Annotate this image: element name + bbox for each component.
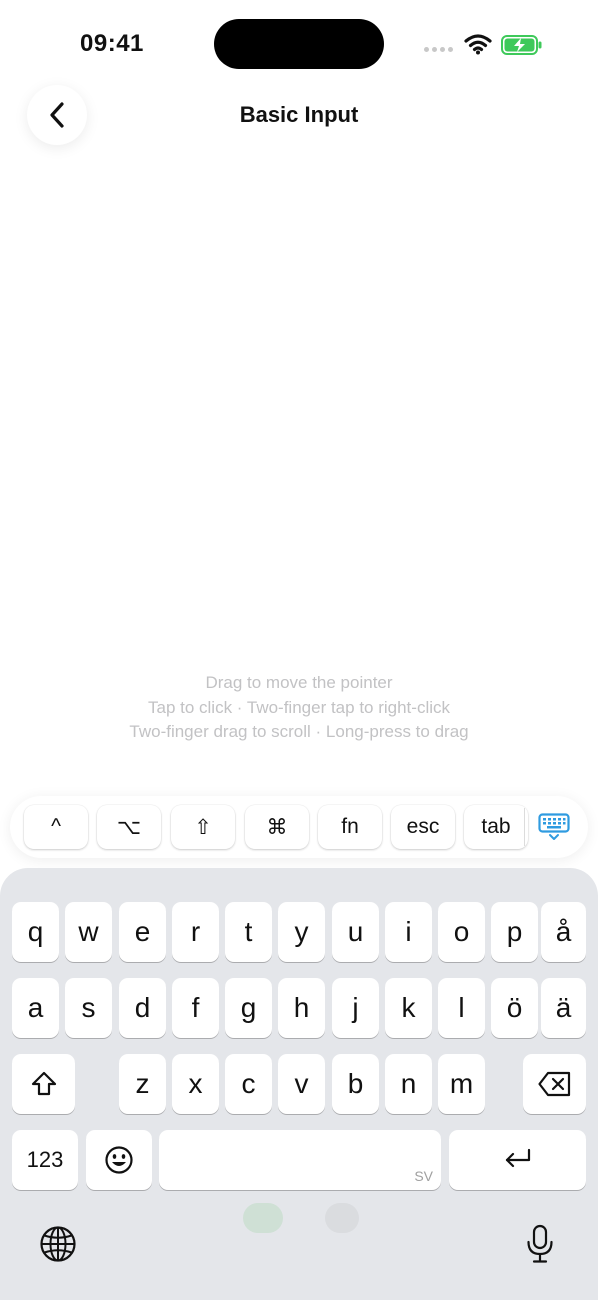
hint-line: Drag to move the pointer <box>205 673 393 692</box>
space-key[interactable]: SV <box>159 1130 441 1190</box>
key-c[interactable]: c <box>225 1054 272 1114</box>
key-m[interactable]: m <box>438 1054 485 1114</box>
key-b[interactable]: b <box>332 1054 379 1114</box>
key-x[interactable]: x <box>172 1054 219 1114</box>
key-a-umlaut[interactable]: ä <box>541 978 586 1038</box>
control-key[interactable]: ^ <box>24 805 88 849</box>
key-o-umlaut[interactable]: ö <box>491 978 538 1038</box>
key-u[interactable]: u <box>332 902 379 962</box>
shift-icon <box>31 1071 56 1096</box>
key-d[interactable]: d <box>119 978 166 1038</box>
numbers-key[interactable]: 123 <box>12 1130 78 1190</box>
software-keyboard: q w e r t y u i o p å a s d f g h j k l … <box>0 868 598 1300</box>
key-e[interactable]: e <box>119 902 166 962</box>
key-g[interactable]: g <box>225 978 272 1038</box>
key-o[interactable]: o <box>438 902 485 962</box>
status-icons <box>424 30 549 58</box>
key-h[interactable]: h <box>278 978 325 1038</box>
battery-charging-icon <box>501 35 542 55</box>
key-a-ring[interactable]: å <box>541 902 586 962</box>
globe-icon <box>40 1226 76 1262</box>
cellular-signal-icon <box>424 47 453 52</box>
modifier-bar: ^ ⌥ ⇧ ⌘ fn esc tab <box>10 796 588 858</box>
key-r[interactable]: r <box>172 902 219 962</box>
page-title: Basic Input <box>239 102 359 127</box>
background-blur-shape <box>325 1203 359 1233</box>
key-j[interactable]: j <box>332 978 379 1038</box>
key-k[interactable]: k <box>385 978 432 1038</box>
keyboard-icon <box>538 813 570 840</box>
keyboard-language-label: SV <box>414 1168 433 1184</box>
microphone-icon <box>527 1224 553 1263</box>
hint-line: Tap to click · Two-finger tap to right-c… <box>147 697 450 717</box>
fn-key[interactable]: fn <box>318 805 382 849</box>
esc-key[interactable]: esc <box>391 805 455 849</box>
key-z[interactable]: z <box>119 1054 166 1114</box>
status-time: 09:41 <box>80 30 144 57</box>
key-p[interactable]: p <box>491 902 538 962</box>
shift-key[interactable] <box>12 1054 75 1114</box>
wifi-icon <box>464 34 492 55</box>
return-icon <box>505 1148 530 1168</box>
emoji-icon <box>105 1146 133 1174</box>
dictation-button[interactable] <box>520 1224 560 1264</box>
key-t[interactable]: t <box>225 902 272 962</box>
modifier-divider <box>524 808 525 846</box>
command-key[interactable]: ⌘ <box>245 805 309 849</box>
key-n[interactable]: n <box>385 1054 432 1114</box>
backspace-icon <box>537 1071 570 1097</box>
keyboard-toggle-button[interactable] <box>537 810 571 844</box>
dynamic-island <box>214 19 384 69</box>
delete-key[interactable] <box>523 1054 586 1114</box>
shift-modifier-key[interactable]: ⇧ <box>171 805 235 849</box>
background-blur-shape <box>243 1203 283 1233</box>
key-l[interactable]: l <box>438 978 485 1038</box>
return-key[interactable] <box>449 1130 586 1190</box>
key-a[interactable]: a <box>12 978 59 1038</box>
tab-key[interactable]: tab <box>464 805 528 849</box>
gesture-hints: Drag to move the pointer Tap to click · … <box>0 671 598 745</box>
option-key[interactable]: ⌥ <box>97 805 161 849</box>
key-i[interactable]: i <box>385 902 432 962</box>
hint-line: Two-finger drag to scroll · Long-press t… <box>129 722 469 741</box>
globe-button[interactable] <box>38 1224 78 1264</box>
emoji-key[interactable] <box>86 1130 152 1190</box>
key-s[interactable]: s <box>65 978 112 1038</box>
key-w[interactable]: w <box>65 902 112 962</box>
key-v[interactable]: v <box>278 1054 325 1114</box>
key-f[interactable]: f <box>172 978 219 1038</box>
key-y[interactable]: y <box>278 902 325 962</box>
key-q[interactable]: q <box>12 902 59 962</box>
